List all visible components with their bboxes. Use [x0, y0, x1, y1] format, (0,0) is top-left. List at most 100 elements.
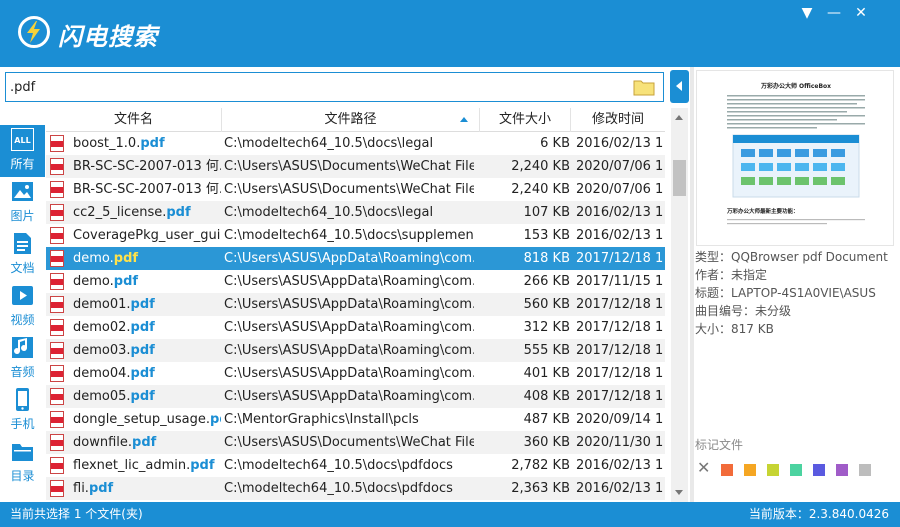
property-title: 标题：LAPTOP-4S1A0VIE\ASUS [695, 286, 876, 300]
table-row[interactable]: dongle_setup_usage.pdfC:\MentorGraphics\… [46, 408, 665, 431]
rail-item-document[interactable]: 文档 [0, 229, 45, 281]
file-name-extension: pdf [132, 435, 157, 450]
file-size: 408 KB [523, 389, 570, 404]
table-row[interactable]: fli.pdf C:\modeltech64_10.5\docs\pdfdocs 2… [46, 477, 665, 500]
file-modified-date: 2017/12/18 1... [576, 251, 664, 266]
minimize-button[interactable]: — [823, 4, 845, 22]
pdf-file-icon [50, 319, 64, 336]
property-track-number: 曲目编号：未分级 [695, 304, 792, 318]
table-row[interactable]: boost_1.0.pdf C:\modeltech64_10.5\docs\le… [46, 132, 665, 155]
file-size: 818 KB [523, 251, 570, 266]
rail-label-all: 所有 [10, 157, 35, 171]
file-path: C:\Users\ASUS\AppData\Roaming\com.w... [224, 389, 474, 404]
table-row[interactable]: demo01.pdf C:\Users\ASUS\AppData\Roaming\… [46, 293, 665, 316]
rail-label-audio: 音频 [10, 365, 35, 379]
mark-color-swatch[interactable] [813, 464, 825, 476]
video-icon [11, 284, 34, 307]
table-header: 文件名 文件路径 文件大小 修改时间 [46, 108, 665, 132]
file-size: 487 KB [523, 412, 570, 427]
document-icon [11, 232, 34, 255]
rail-item-all[interactable]: ALL 所有 [0, 125, 45, 177]
preview-pane: 万彩办公大师 OfficeBox 万彩办公大师最新主要功能： [696, 70, 894, 246]
all-badge-text: ALL [14, 136, 30, 145]
pdf-file-icon [50, 365, 64, 382]
table-row[interactable]: downfile.pdf C:\Users\ASUS\Documents\WeCh… [46, 431, 665, 454]
document-preview-thumbnail: 万彩办公大师 OfficeBox 万彩办公大师最新主要功能： [726, 82, 865, 225]
folder-icon[interactable] [633, 78, 655, 100]
table-row[interactable]: CoveragePkg_user_guide C:\modeltech64_10.… [46, 224, 665, 247]
mark-color-swatch[interactable] [790, 464, 802, 476]
pdf-file-icon [50, 158, 64, 175]
table-row[interactable]: cc2_5_license.pdf C:\modeltech64_10.5\doc… [46, 201, 665, 224]
table-row[interactable]: BR-SC-SC-2007-013 何... C:\Users\ASUS\Docu… [46, 178, 665, 201]
mark-color-swatch[interactable] [767, 464, 779, 476]
pdf-file-icon [50, 480, 64, 497]
mark-color-swatch[interactable] [721, 464, 733, 476]
close-button[interactable]: ✕ [850, 4, 872, 22]
mark-color-swatch[interactable] [744, 464, 756, 476]
image-icon [11, 180, 34, 203]
file-modified-date: 2020/07/06 1... [576, 182, 664, 197]
file-name: demo05.pdf [73, 385, 221, 408]
column-header-date[interactable]: 修改时间 [571, 108, 665, 132]
table-row[interactable]: demo05.pdf C:\Users\ASUS\AppData\Roaming\… [46, 385, 665, 408]
file-size: 266 KB [523, 274, 570, 289]
rail-label-phone: 手机 [10, 417, 35, 431]
search-input[interactable] [10, 77, 620, 97]
mark-color-swatch[interactable] [836, 464, 848, 476]
file-path: C:\modeltech64_10.5\docs\pdfdocs [224, 458, 453, 473]
file-path: C:\MentorGraphics\Install\pcls [224, 412, 419, 427]
column-header-name[interactable]: 文件名 [46, 108, 222, 132]
file-modified-date: 2016/02/13 1... [576, 205, 664, 220]
table-row[interactable]: demo.pdf C:\Users\ASUS\AppData\Roaming\co… [46, 247, 665, 270]
table-row[interactable]: BR-SC-SC-2007-013 何... C:\Users\ASUS\Docu… [46, 155, 665, 178]
file-size: 2,240 KB [511, 182, 570, 197]
menu-dropdown-button[interactable]: ▼ [796, 4, 818, 22]
file-name: CoveragePkg_user_guide [73, 224, 221, 247]
collapse-preview-button[interactable] [670, 70, 689, 103]
file-name: BR-SC-SC-2007-013 何... [73, 155, 221, 178]
rail-item-video[interactable]: 视频 [0, 281, 45, 333]
pdf-file-icon [50, 388, 64, 405]
table-row[interactable]: demo02.pdf C:\Users\ASUS\AppData\Roaming\… [46, 316, 665, 339]
mark-color-swatch[interactable] [859, 464, 871, 476]
pdf-file-icon [50, 296, 64, 313]
file-name-extension: pdf [113, 251, 139, 266]
table-row[interactable]: flexnet_lic_admin.pdf C:\modeltech64_10.5… [46, 454, 665, 477]
clear-mark-icon[interactable]: ✕ [697, 460, 710, 476]
pane-divider[interactable] [690, 67, 694, 504]
scrollbar-thumb[interactable] [673, 160, 686, 196]
file-name: fli.pdf [73, 477, 221, 500]
app-title: 闪电搜索 [58, 23, 158, 51]
file-name-extension: pdf [130, 320, 155, 335]
file-name: BR-SC-SC-2007-013 何... [73, 178, 221, 201]
file-modified-date: 2017/12/18 1... [576, 320, 664, 335]
scroll-up-icon[interactable] [675, 115, 683, 120]
file-name: boost_1.0.pdf [73, 132, 221, 155]
property-author: 作者：未指定 [695, 268, 768, 282]
column-header-size[interactable]: 文件大小 [480, 108, 571, 132]
file-size: 2,363 KB [511, 481, 570, 496]
file-name-base: BR-SC-SC-2007-013 何... [73, 182, 221, 197]
property-type: 类型：QQBrowser pdf Document [695, 250, 888, 264]
file-path: C:\Users\ASUS\AppData\Roaming\com.w... [224, 320, 474, 335]
file-name: demo04.pdf [73, 362, 221, 385]
table-row[interactable]: demo.pdf C:\Users\ASUS\AppData\Roaming\co… [46, 270, 665, 293]
file-name-extension: pdf [166, 205, 191, 220]
pdf-file-icon [50, 457, 64, 474]
table-row[interactable]: demo03.pdf C:\Users\ASUS\AppData\Roaming\… [46, 339, 665, 362]
file-name-extension: pdf [130, 343, 155, 358]
rail-item-folder[interactable]: 目录 [0, 437, 45, 489]
preview-doc-heading: 万彩办公大师 OfficeBox [760, 82, 831, 90]
scroll-down-icon[interactable] [675, 490, 683, 495]
rail-item-audio[interactable]: 音频 [0, 333, 45, 385]
pdf-file-icon [50, 250, 64, 267]
vertical-scrollbar[interactable] [671, 108, 688, 502]
column-header-path[interactable]: 文件路径 [222, 108, 480, 132]
rail-item-phone[interactable]: 手机 [0, 385, 45, 437]
file-name-extension: pdf [113, 274, 139, 289]
table-row[interactable]: demo04.pdf C:\Users\ASUS\AppData\Roaming\… [46, 362, 665, 385]
file-size: 153 KB [523, 228, 570, 243]
rail-item-image[interactable]: 图片 [0, 177, 45, 229]
file-modified-date: 2016/02/13 1... [576, 458, 664, 473]
